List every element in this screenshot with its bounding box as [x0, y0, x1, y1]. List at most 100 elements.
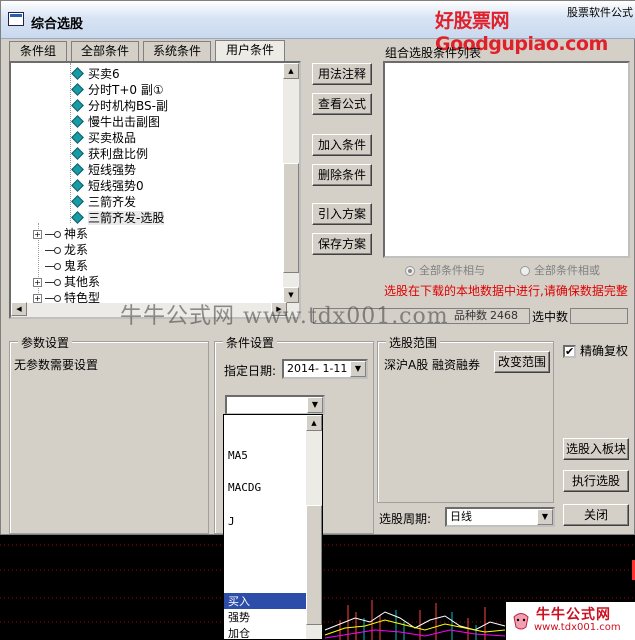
- period-value: 日线: [450, 510, 472, 523]
- formula-icon: [71, 195, 84, 208]
- tree-leaf[interactable]: 买卖极品: [71, 130, 136, 146]
- tree-leaf[interactable]: 短线强势: [71, 162, 136, 178]
- tree-node[interactable]: + 其他系: [33, 274, 100, 290]
- usage-notes-button[interactable]: 用法注释: [312, 63, 372, 85]
- logo-url: www.tdx001.com: [534, 622, 621, 633]
- key-icon: [45, 294, 61, 303]
- tab-all-conditions[interactable]: 全部条件: [71, 41, 139, 61]
- tree-node[interactable]: + 神系: [33, 226, 88, 242]
- window-icon: [8, 12, 24, 26]
- brand-subtitle: 股票软件公式: [567, 6, 633, 19]
- param-settings-title: 参数设置: [18, 334, 73, 351]
- period-label: 选股周期:: [379, 512, 432, 526]
- scroll-up-icon[interactable]: ▲: [283, 63, 299, 79]
- formula-icon: [71, 99, 84, 112]
- chevron-down-icon[interactable]: ▼: [350, 361, 366, 377]
- tree-leaf[interactable]: 获利盘比例: [71, 146, 148, 162]
- tab-user-conditions[interactable]: 用户条件: [215, 40, 285, 61]
- close-button[interactable]: 关闭: [563, 504, 629, 526]
- tree-leaf[interactable]: 短线强势0: [71, 178, 144, 194]
- chevron-down-icon[interactable]: ▼: [537, 509, 553, 525]
- screening-range-title: 选股范围: [386, 334, 441, 351]
- expand-icon[interactable]: +: [33, 230, 42, 239]
- condition-value-select[interactable]: ▼: [225, 395, 325, 415]
- dropdown-option[interactable]: MA5: [228, 449, 248, 462]
- ox-logo-icon: [513, 613, 529, 630]
- watermark-text: 牛牛公式网 www.tdx001.com: [120, 304, 449, 329]
- dropdown-option[interactable]: J: [228, 515, 235, 528]
- expand-icon[interactable]: +: [33, 278, 42, 287]
- total-count-label: 品种数: [454, 309, 487, 322]
- expand-icon[interactable]: +: [33, 294, 42, 303]
- condition-list-label: 组合选股条件列表: [385, 46, 482, 60]
- radio-all-or[interactable]: 全部条件相或: [520, 262, 600, 278]
- key-icon: [45, 246, 61, 255]
- radio-unselected-icon: [520, 266, 530, 276]
- key-icon: [45, 278, 61, 287]
- scroll-thumb[interactable]: [306, 505, 322, 625]
- tree-node[interactable]: 鬼系: [45, 258, 88, 274]
- dropdown-option[interactable]: MACDG: [228, 481, 261, 494]
- add-condition-button[interactable]: 加入条件: [312, 134, 372, 156]
- formula-icon: [71, 147, 84, 160]
- import-scheme-button[interactable]: 引入方案: [312, 203, 372, 225]
- key-icon: [45, 262, 61, 271]
- data-warning-text: 选股在下载的本地数据中进行,请确保数据完整: [384, 284, 628, 298]
- formula-icon: [71, 131, 84, 144]
- save-scheme-button[interactable]: 保存方案: [312, 233, 372, 255]
- change-range-button[interactable]: 改变范围: [494, 351, 550, 373]
- total-count-value: 2468: [490, 309, 518, 322]
- tree-leaf-selected[interactable]: 三箭齐发-选股: [71, 210, 165, 226]
- formula-icon: [71, 83, 84, 96]
- tree-leaf[interactable]: 分时T+0 副①: [71, 82, 164, 98]
- condition-list[interactable]: [383, 61, 630, 258]
- tree-guide-line: [70, 63, 71, 223]
- scroll-left-icon[interactable]: ◀: [11, 302, 27, 316]
- formula-icon: [71, 211, 84, 224]
- formula-icon: [71, 163, 84, 176]
- date-value: 2014- 1-11: [287, 362, 348, 375]
- radio-all-and[interactable]: 全部条件相与: [405, 262, 485, 278]
- condition-dropdown-list[interactable]: MA5 MACDG J 买入 强势 加仓 ▲: [223, 414, 323, 640]
- date-label: 指定日期:: [224, 364, 277, 378]
- dropdown-scrollbar[interactable]: ▲: [306, 415, 322, 639]
- param-settings-text: 无参数需要设置: [14, 358, 99, 372]
- condition-settings-title: 条件设置: [223, 334, 278, 351]
- formula-icon: [71, 67, 84, 80]
- period-select[interactable]: 日线 ▼: [445, 507, 555, 527]
- delete-condition-button[interactable]: 删除条件: [312, 164, 372, 186]
- formula-icon: [71, 179, 84, 192]
- tree-leaf[interactable]: 分时机构BS-副: [71, 98, 168, 114]
- dropdown-option[interactable]: 加仓: [228, 625, 250, 640]
- screening-range-group: 选股范围 深沪A股 融资融券 改变范围: [377, 334, 554, 503]
- add-to-block-button[interactable]: 选股入板块: [563, 438, 629, 460]
- tree-node[interactable]: 龙系: [45, 242, 88, 258]
- view-formula-button[interactable]: 查看公式: [312, 93, 372, 115]
- title-bar[interactable]: 综合选股 好股票网Goodgupiao.com 股票软件公式: [1, 1, 635, 55]
- formula-icon: [71, 115, 84, 128]
- logo-name: 牛牛公式网: [536, 607, 611, 623]
- dropdown-option-highlighted[interactable]: 买入: [224, 593, 306, 609]
- checkmark-icon[interactable]: ✔: [563, 345, 576, 358]
- execute-screening-button[interactable]: 执行选股: [563, 470, 629, 492]
- scroll-thumb[interactable]: [283, 163, 299, 273]
- scroll-up-icon[interactable]: ▲: [306, 415, 322, 431]
- tab-system-conditions[interactable]: 系统条件: [143, 41, 211, 61]
- selected-count-label: 选中数: [532, 310, 569, 324]
- tree-vertical-scrollbar[interactable]: ▲ ▼: [283, 63, 299, 317]
- site-logo: 牛牛公式网 www.tdx001.com: [506, 602, 635, 640]
- tree-leaf[interactable]: 买卖6: [71, 66, 120, 82]
- chevron-down-icon[interactable]: ▼: [307, 397, 323, 413]
- tree-leaf[interactable]: 三箭齐发: [71, 194, 136, 210]
- screening-range-text: 深沪A股 融资融券: [384, 358, 481, 372]
- radio-selected-icon: [405, 266, 415, 276]
- date-picker[interactable]: 2014- 1-11 ▼: [282, 359, 368, 379]
- tree-leaf[interactable]: 慢牛出击副图: [71, 114, 160, 130]
- dropdown-option[interactable]: 强势: [228, 609, 250, 625]
- condition-tree[interactable]: 买卖6 分时T+0 副① 分时机构BS-副 慢牛出击副图 买卖极品 获利盘比例 …: [9, 61, 301, 319]
- tab-condition-group[interactable]: 条件组: [9, 41, 67, 61]
- window-title: 综合选股: [31, 17, 84, 32]
- selected-count-field: [570, 308, 628, 324]
- precise-adjust-checkbox[interactable]: ✔ 精确复权: [563, 342, 628, 359]
- key-icon: [45, 230, 61, 239]
